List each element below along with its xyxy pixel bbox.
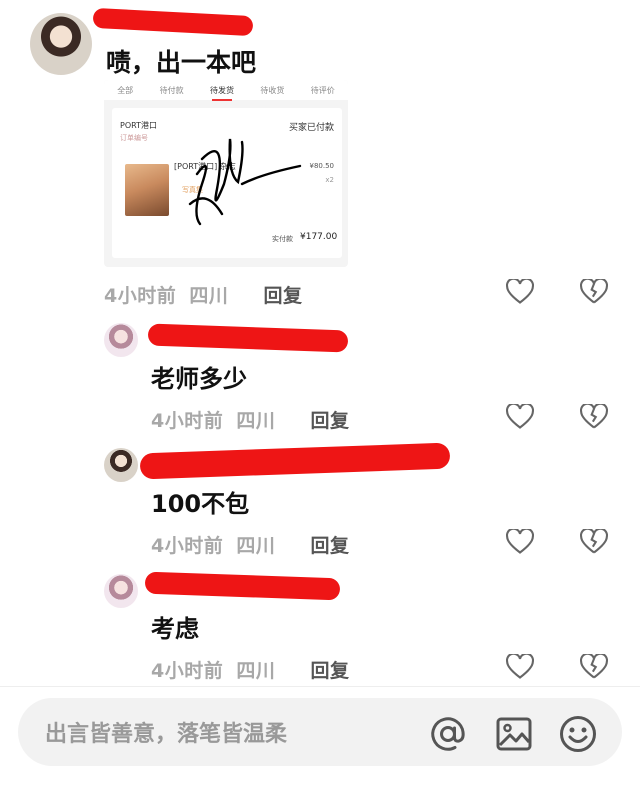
order-tabs: 全部 待付款 待发货 待收货 待评价 — [104, 80, 348, 101]
reply-text: 100不包 — [151, 490, 250, 518]
heart-icon[interactable] — [506, 404, 534, 430]
product-price: ¥80.50 — [309, 162, 335, 170]
reply-location: 四川 — [236, 660, 276, 682]
redacted-username — [147, 323, 349, 353]
broken-heart-icon[interactable] — [580, 404, 608, 430]
reply-time: 4小时前 — [151, 410, 224, 432]
reply-location: 四川 — [236, 410, 276, 432]
avatar[interactable] — [104, 574, 138, 608]
reply-text: 老师多少 — [151, 365, 247, 393]
redacted-username — [144, 571, 341, 601]
reply-button[interactable]: 回复 — [311, 535, 350, 557]
comment-meta: 4小时前 四川 回复 — [104, 281, 303, 308]
heart-icon[interactable] — [506, 654, 534, 680]
broken-heart-icon[interactable] — [580, 654, 608, 680]
product-qty: x2 — [325, 176, 334, 184]
order-tab: 待评价 — [310, 85, 335, 95]
order-card: PORT港口 订单编号 买家已付款 [PORT港口] 杂志 写真集 ¥80.50… — [112, 108, 342, 258]
product-thumbnail — [125, 164, 169, 216]
emoji-icon[interactable] — [558, 714, 598, 754]
paid-label: 实付款 — [272, 235, 293, 243]
shop-name: PORT港口 — [120, 121, 157, 130]
reply-location: 四川 — [236, 535, 276, 557]
reply-meta: 4小时前 四川 回复 — [151, 531, 350, 558]
order-tab: 待收货 — [260, 85, 285, 95]
shop-sub: 订单编号 — [120, 134, 148, 142]
order-tab: 全部 — [117, 85, 134, 95]
at-icon[interactable] — [428, 714, 468, 754]
redacted-username — [139, 442, 451, 480]
comment-text: 啧，出一本吧 — [106, 48, 257, 77]
reply-meta: 4小时前 四川 回复 — [151, 406, 350, 433]
broken-heart-icon[interactable] — [580, 529, 608, 555]
reply-time: 4小时前 — [151, 660, 224, 682]
comment-time: 4小时前 — [104, 285, 177, 307]
reply-button[interactable]: 回复 — [311, 660, 350, 682]
redacted-username — [92, 7, 254, 37]
heart-icon[interactable] — [506, 279, 534, 305]
signature-scribble — [188, 138, 302, 226]
order-tab: 待付款 — [159, 85, 184, 95]
order-tab-active: 待发货 — [209, 85, 234, 101]
avatar[interactable] — [104, 323, 138, 357]
reply-button[interactable]: 回复 — [311, 410, 350, 432]
reply-time: 4小时前 — [151, 535, 224, 557]
comment-input-placeholder[interactable]: 出言皆善意，落笔皆温柔 — [45, 716, 287, 748]
avatar[interactable] — [104, 448, 138, 482]
reply-meta: 4小时前 四川 回复 — [151, 656, 350, 683]
order-screenshot[interactable]: 全部 待付款 待发货 待收货 待评价 PORT港口 订单编号 买家已付款 [PO… — [104, 80, 348, 267]
comment-location: 四川 — [189, 285, 229, 307]
image-icon[interactable] — [494, 714, 534, 754]
reply-text: 考虑 — [151, 615, 199, 643]
broken-heart-icon[interactable] — [580, 279, 608, 305]
heart-icon[interactable] — [506, 529, 534, 555]
avatar[interactable] — [30, 13, 92, 75]
reply-button[interactable]: 回复 — [264, 285, 303, 307]
